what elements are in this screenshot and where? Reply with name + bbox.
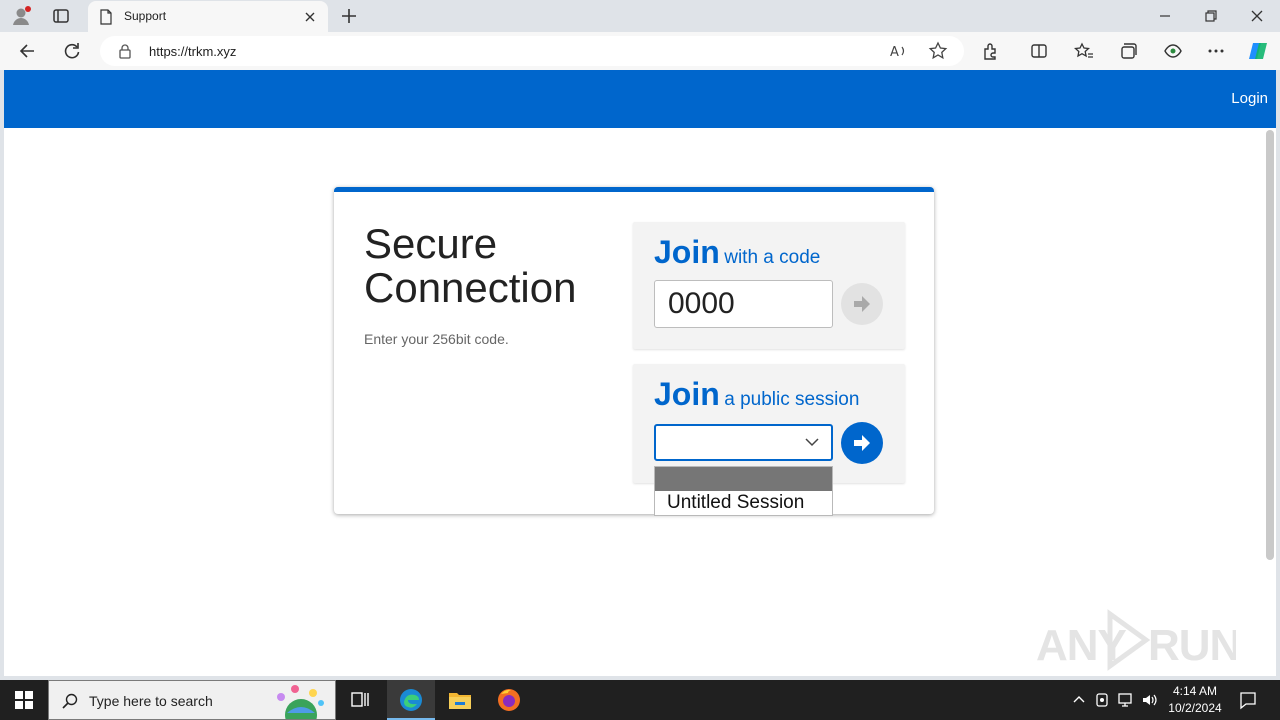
favorite-star-icon[interactable]	[928, 41, 948, 61]
collections-icon[interactable]	[1118, 41, 1138, 61]
connection-card: Secure Connection Enter your 256bit code…	[334, 187, 934, 514]
extensions-icon[interactable]	[981, 41, 1001, 61]
restore-icon[interactable]	[1201, 6, 1221, 26]
public-session-dropdown-list: Untitled Session	[654, 466, 833, 516]
task-view-icon	[351, 692, 369, 707]
file-explorer-icon	[449, 693, 471, 709]
clock-time: 4:14 AM	[1172, 684, 1218, 698]
search-placeholder: Type here to search	[89, 693, 213, 709]
meet-now-icon[interactable]	[1094, 691, 1112, 709]
search-icon	[62, 693, 78, 709]
join-code-button[interactable]	[841, 283, 883, 325]
arrow-right-icon	[854, 296, 870, 312]
notification-center-icon[interactable]	[1238, 690, 1258, 710]
tray-overflow-chevron-icon[interactable]	[1070, 691, 1088, 709]
taskbar-firefox[interactable]	[485, 680, 533, 720]
address-bar[interactable]: https://trkm.xyz A	[100, 36, 964, 66]
taskbar-task-view[interactable]	[336, 680, 384, 720]
profile-icon[interactable]	[10, 5, 32, 27]
page-title-line1: Secure	[364, 220, 498, 267]
browser-tab-strip: Support	[0, 0, 1280, 32]
page-icon	[100, 9, 112, 25]
search-highlight-illustration-icon	[277, 685, 324, 719]
edge-icon	[400, 689, 422, 711]
url-text[interactable]: https://trkm.xyz	[149, 44, 236, 59]
copilot-icon[interactable]	[1247, 40, 1269, 62]
page-viewport: Login Secure Connection Enter your 256bi…	[4, 70, 1276, 676]
taskbar-clock[interactable]: 4:14 AM 10/2/2024	[1162, 683, 1228, 717]
taskbar-search-box[interactable]: Type here to search	[48, 680, 336, 720]
join-public-session-button[interactable]	[841, 422, 883, 464]
page-title-line2: Connection	[364, 264, 577, 311]
code-instructions: Enter your 256bit code.	[364, 331, 509, 347]
taskbar-file-explorer[interactable]	[436, 680, 484, 720]
taskbar-edge[interactable]	[387, 680, 435, 720]
close-tab-icon[interactable]	[302, 9, 318, 25]
volume-icon[interactable]	[1141, 691, 1159, 709]
network-icon[interactable]	[1117, 691, 1135, 709]
dropdown-option-untitled-session[interactable]: Untitled Session	[655, 491, 832, 515]
windows-taskbar: Type here to search 4:14 AM 10/2/2024	[0, 680, 1280, 720]
favorites-icon[interactable]	[1074, 41, 1094, 61]
top-navbar: Login	[4, 70, 1276, 128]
anyrun-logo-icon: ANY RUN	[1036, 609, 1241, 671]
join-public-session-title: Join a public session	[654, 376, 859, 413]
anyrun-watermark: ANY RUN	[1036, 608, 1241, 676]
browser-essentials-icon[interactable]	[1163, 41, 1183, 61]
tab-title: Support	[124, 9, 167, 23]
clock-date: 10/2/2024	[1168, 701, 1222, 715]
firefox-icon	[498, 689, 520, 711]
join-public-session-title-small: a public session	[724, 389, 860, 410]
join-with-code-title: Join with a code	[654, 234, 820, 271]
split-screen-icon[interactable]	[1029, 41, 1049, 61]
svg-text:A: A	[890, 45, 899, 60]
refresh-icon[interactable]	[62, 41, 82, 61]
close-window-icon[interactable]	[1247, 6, 1267, 26]
join-with-code-title-big: Join	[654, 234, 720, 270]
tab-actions-icon[interactable]	[50, 5, 72, 27]
page-scrollbar[interactable]	[1266, 130, 1274, 560]
back-icon[interactable]	[18, 41, 38, 61]
session-code-input[interactable]	[654, 280, 833, 328]
more-options-icon[interactable]	[1206, 41, 1226, 61]
lock-icon[interactable]	[118, 43, 132, 59]
login-link[interactable]: Login	[1231, 90, 1268, 107]
windows-start-icon[interactable]	[14, 690, 34, 710]
browser-toolbar: https://trkm.xyz A	[0, 32, 1280, 70]
page-title: Secure Connection	[364, 222, 614, 310]
public-session-select[interactable]	[654, 424, 833, 461]
chevron-down-icon	[805, 438, 819, 447]
dropdown-option-empty[interactable]	[655, 467, 832, 491]
join-with-code-title-small: with a code	[724, 247, 821, 268]
join-with-code-panel: Join with a code	[633, 222, 905, 349]
arrow-right-icon	[854, 435, 870, 451]
browser-tab-active[interactable]: Support	[88, 1, 328, 32]
join-public-session-title-big: Join	[654, 376, 720, 412]
svg-text:RUN: RUN	[1148, 621, 1236, 670]
minimize-icon[interactable]	[1155, 6, 1175, 26]
new-tab-icon[interactable]	[338, 5, 360, 27]
read-aloud-icon[interactable]: A	[888, 41, 908, 61]
